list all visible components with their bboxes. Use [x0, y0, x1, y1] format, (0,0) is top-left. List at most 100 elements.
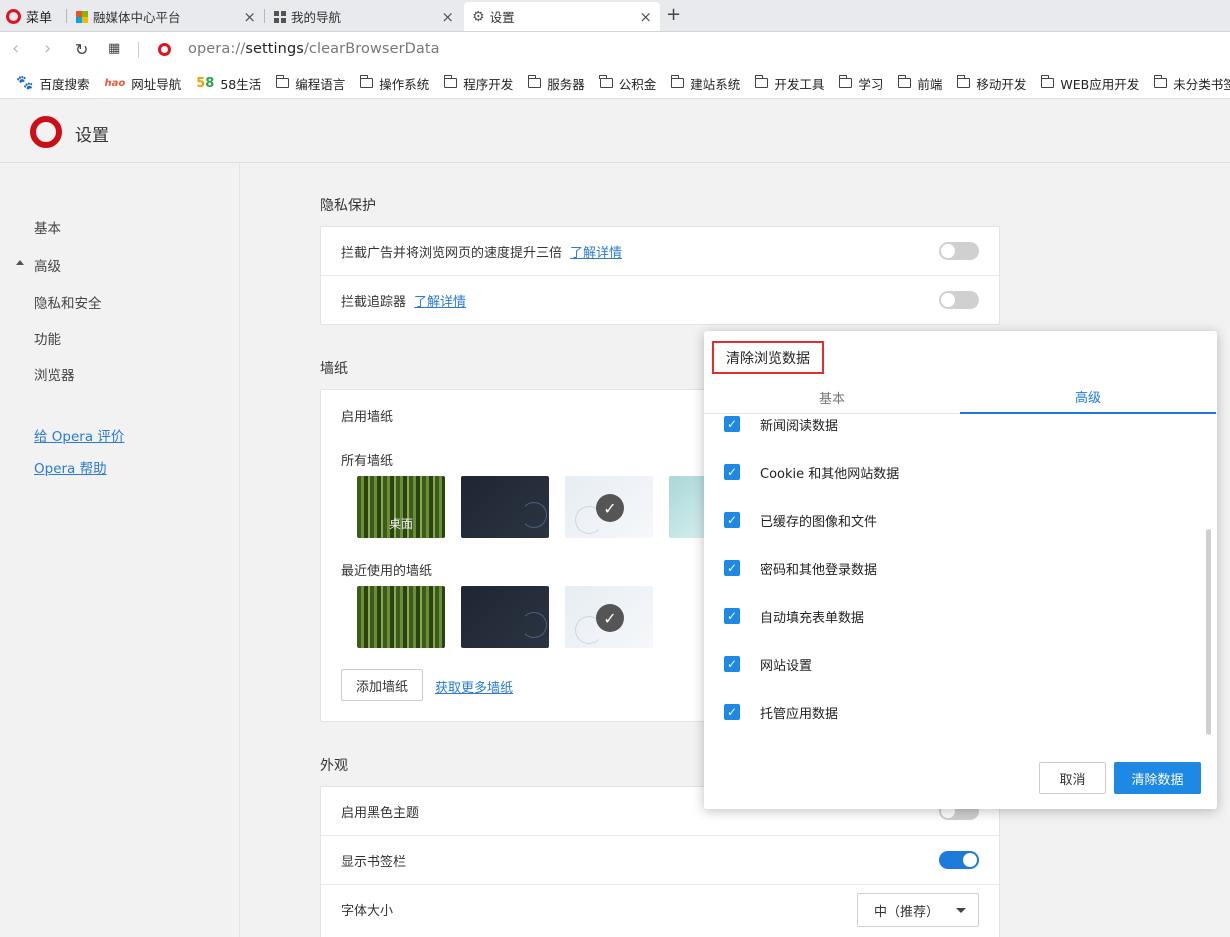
- tab-media-center[interactable]: 融媒体中心平台 ×: [68, 2, 264, 31]
- tab-basic[interactable]: 基本: [704, 381, 960, 414]
- get-more-wallpapers-link[interactable]: 获取更多墙纸: [435, 677, 513, 696]
- block-ads-toggle[interactable]: [939, 242, 979, 260]
- privacy-section-title: 隐私保护: [320, 198, 376, 214]
- block-ads-row: 拦截广告并将浏览网页的速度提升三倍 了解详情: [321, 227, 999, 276]
- option-hosted-app-data[interactable]: ✓ 托管应用数据: [724, 702, 838, 722]
- sidebar-item-privacy[interactable]: 隐私和安全: [34, 292, 102, 312]
- checkbox-checked-icon[interactable]: ✓: [724, 416, 740, 432]
- tab-label: 设置: [489, 10, 515, 25]
- checkbox-checked-icon[interactable]: ✓: [724, 560, 740, 576]
- address-bar: ‹ › ↻ ▦ opera://settings/clearBrowserDat…: [0, 32, 1230, 68]
- bookmark-58[interactable]: 58 58生活: [196, 74, 261, 93]
- rate-opera-link[interactable]: 给 Opera 评价: [34, 425, 124, 445]
- folder-icon: [599, 75, 613, 88]
- folder-icon: [897, 75, 912, 88]
- folder-icon: [956, 75, 971, 88]
- checkbox-checked-icon[interactable]: ✓: [724, 512, 740, 528]
- show-bookmarks-toggle[interactable]: [939, 851, 979, 869]
- learn-more-link[interactable]: 了解详情: [414, 291, 466, 310]
- address-separator: [138, 42, 139, 58]
- wallpaper-thumb-teal[interactable]: [669, 476, 705, 538]
- bookmark-folder[interactable]: 学习: [838, 74, 883, 93]
- checkbox-checked-icon[interactable]: ✓: [724, 464, 740, 480]
- option-news-reader-data[interactable]: ✓ 新闻阅读数据: [724, 414, 838, 434]
- checkbox-checked-icon[interactable]: ✓: [724, 656, 740, 672]
- bookmark-folder[interactable]: WEB应用开发: [1040, 74, 1139, 93]
- sidebar-item-features[interactable]: 功能: [34, 328, 61, 348]
- option-passwords[interactable]: ✓ 密码和其他登录数据: [724, 558, 877, 578]
- hao-icon: hao: [104, 77, 126, 89]
- folder-icon: [443, 75, 458, 88]
- tab-separator: [264, 9, 265, 23]
- grid-icon: [274, 10, 286, 23]
- recent-wallpaper-dark[interactable]: [461, 586, 549, 648]
- opera-logo-icon: [6, 8, 21, 24]
- bookmark-folder[interactable]: 移动开发: [956, 74, 1026, 93]
- folder-icon: [670, 75, 685, 88]
- close-tab-icon[interactable]: ×: [243, 8, 256, 26]
- sidebar-item-basic[interactable]: 基本: [34, 217, 61, 237]
- checkbox-checked-icon[interactable]: ✓: [724, 608, 740, 624]
- bookmark-baidu[interactable]: 🐾 百度搜索: [16, 74, 89, 93]
- url-field[interactable]: opera://settings/clearBrowserData: [188, 41, 440, 57]
- new-tab-button[interactable]: +: [666, 4, 681, 25]
- all-wallpapers-label: 所有墙纸: [341, 454, 394, 469]
- sidebar-item-advanced[interactable]: 高级: [34, 255, 61, 275]
- recent-wallpaper-light[interactable]: ✓: [565, 586, 653, 648]
- tab-label: 我的导航: [291, 10, 342, 25]
- forward-icon[interactable]: ›: [44, 38, 51, 59]
- dark-theme-label: 启用黑色主题: [341, 805, 420, 821]
- add-wallpaper-button[interactable]: 添加墙纸: [341, 669, 424, 701]
- recent-wallpaper-bamboo[interactable]: [357, 586, 445, 648]
- bookmark-folder[interactable]: 程序开发: [443, 74, 513, 93]
- tab-label: 融媒体中心平台: [93, 10, 181, 25]
- sidebar-item-browser[interactable]: 浏览器: [34, 364, 75, 384]
- tab-advanced[interactable]: 高级: [960, 381, 1216, 414]
- font-size-label: 字体大小: [341, 904, 394, 919]
- block-trackers-toggle[interactable]: [939, 291, 979, 309]
- collapse-triangle-icon[interactable]: [16, 260, 24, 265]
- bookmarks-bar: 🐾 百度搜索 hao 网址导航 58 58生活 编程语言 操作系统 程序开发 服务器 …: [0, 68, 1230, 99]
- bookmark-folder[interactable]: 操作系统: [359, 74, 429, 93]
- selected-check-icon: ✓: [596, 494, 624, 522]
- wallpaper-thumb-light[interactable]: ✓: [565, 476, 653, 538]
- bookmark-folder[interactable]: 未分类书签: [1153, 74, 1230, 93]
- clear-data-button[interactable]: 清除数据: [1114, 762, 1201, 794]
- option-cached-images[interactable]: ✓ 已缓存的图像和文件: [724, 510, 877, 530]
- bookmark-folder[interactable]: 开发工具: [754, 74, 824, 93]
- checkbox-checked-icon[interactable]: ✓: [724, 704, 740, 720]
- back-icon[interactable]: ‹: [12, 38, 19, 59]
- font-size-select[interactable]: 中（推荐）: [857, 893, 979, 927]
- bookmark-hao123[interactable]: hao 网址导航: [104, 74, 181, 93]
- speed-dial-icon[interactable]: ▦: [108, 41, 120, 56]
- tab-my-navigation[interactable]: 我的导航 ×: [266, 2, 462, 31]
- cancel-button[interactable]: 取消: [1039, 762, 1106, 794]
- font-size-row: 字体大小 中（推荐）: [321, 885, 999, 934]
- bookmark-folder[interactable]: 服务器: [527, 74, 585, 93]
- enable-wallpaper-label: 启用墙纸: [341, 410, 394, 425]
- opera-menu-button[interactable]: 菜单: [6, 5, 52, 27]
- close-tab-icon[interactable]: ×: [639, 8, 652, 26]
- learn-more-link[interactable]: 了解详情: [570, 242, 622, 261]
- bookmark-folder[interactable]: 编程语言: [275, 74, 345, 93]
- close-tab-icon[interactable]: ×: [441, 8, 454, 26]
- show-bookmarks-label: 显示书签栏: [341, 854, 407, 870]
- block-trackers-label: 拦截追踪器: [341, 295, 407, 310]
- option-autofill[interactable]: ✓ 自动填充表单数据: [724, 606, 864, 626]
- bookmark-folder[interactable]: 公积金: [599, 74, 656, 93]
- settings-sidebar: 基本 高级 隐私和安全 功能 浏览器 给 Opera 评价 Opera 帮助: [0, 163, 240, 937]
- tab-settings[interactable]: ⚙ 设置 ×: [464, 2, 660, 31]
- bookmark-folder[interactable]: 建站系统: [670, 74, 740, 93]
- opera-help-link[interactable]: Opera 帮助: [34, 457, 107, 477]
- reload-icon[interactable]: ↻: [75, 40, 88, 59]
- dialog-title: 清除浏览数据: [712, 341, 824, 374]
- desktop-label: 桌面: [388, 517, 413, 531]
- option-cookies[interactable]: ✓ Cookie 和其他网站数据: [724, 462, 899, 482]
- wallpaper-thumb-bamboo[interactable]: 桌面: [357, 476, 445, 538]
- bookmark-folder[interactable]: 前端: [897, 74, 942, 93]
- selected-check-icon: ✓: [596, 604, 624, 632]
- dialog-scrollbar[interactable]: [1206, 529, 1211, 735]
- option-site-settings[interactable]: ✓ 网站设置: [724, 654, 812, 674]
- folder-icon: [1040, 75, 1055, 88]
- wallpaper-thumb-dark[interactable]: [461, 476, 549, 538]
